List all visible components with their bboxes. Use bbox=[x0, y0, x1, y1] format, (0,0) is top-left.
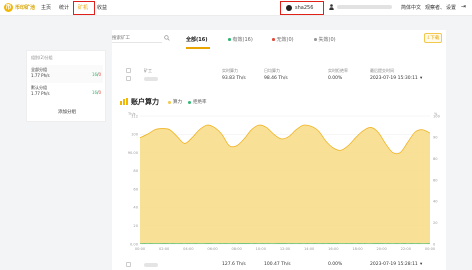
tab-expired[interactable]: 失效(0) bbox=[314, 36, 336, 43]
hashrate-chart: 账户算力 算力 拒绝率 Th/s % 112 100 90.00 80 60 40 20 0.… bbox=[118, 94, 446, 260]
status-dot bbox=[228, 38, 231, 41]
top-navbar: 币 币印矿池 主页 统计 矿机 收益 sha256 简体中文 观察者、 设置 ⇥ bbox=[0, 0, 472, 16]
x-tick-label: 16:00 bbox=[328, 247, 339, 251]
y2-tick-label: 20 bbox=[433, 221, 438, 225]
logo-mark: 币 bbox=[4, 3, 13, 12]
y-tick-label: 112 bbox=[131, 114, 138, 118]
online-count: 16 bbox=[92, 90, 98, 95]
tab-active[interactable]: 有效(16) bbox=[228, 36, 253, 43]
nav-earnings[interactable]: 收益 bbox=[97, 4, 107, 11]
x-tick-label: 20:00 bbox=[376, 247, 387, 251]
download-label: 下载 bbox=[430, 36, 440, 41]
status-dot bbox=[314, 38, 317, 41]
y-tick-label: 40 bbox=[133, 206, 138, 210]
tab-label: 有效(16) bbox=[232, 37, 253, 43]
table-row[interactable]: 93.83 Th/s 98.46 Th/s 0.00% 2023-07-19 1… bbox=[112, 74, 446, 84]
cell-realtime-hashrate: 127.6 Th/s bbox=[222, 262, 246, 267]
user-icon bbox=[329, 4, 334, 10]
table-row[interactable]: 127.6 Th/s 100.47 Th/s 0.00% 2023-07-19 … bbox=[112, 260, 446, 270]
status-dot bbox=[272, 38, 275, 41]
y-tick-label: 80 bbox=[133, 169, 138, 173]
x-tick-label: 04:00 bbox=[183, 247, 194, 251]
select-all-checkbox[interactable] bbox=[126, 68, 131, 73]
group-item-all[interactable]: 全部分组 1.77 Ph/s 16/0 bbox=[31, 65, 103, 83]
highlight-box-coin bbox=[280, 1, 324, 15]
cell-daily-hashrate: 98.46 Th/s bbox=[264, 76, 288, 81]
y-tick-label: 90.00 bbox=[128, 151, 139, 155]
group-counts: 16/0 bbox=[92, 90, 101, 95]
tab-label: 全部(16) bbox=[186, 37, 208, 43]
x-tick-label: 22:00 bbox=[401, 247, 412, 251]
nav-home[interactable]: 主页 bbox=[41, 4, 51, 11]
y2-tick-label: 60 bbox=[433, 178, 438, 182]
brand-name: 币印矿池 bbox=[15, 5, 36, 11]
group-sidebar: 组别(2)分组 全部分组 1.77 Ph/s 16/0 默认分组 1.77 Ph… bbox=[26, 50, 106, 122]
download-button[interactable]: ⇩ 下载 bbox=[424, 33, 442, 43]
miner-panel: 全部(16) 有效(16) 无效(0) 失效(0) ⇩下载 矿工 实时算力 日均… bbox=[112, 30, 446, 270]
x-tick-label: 14:00 bbox=[304, 247, 315, 251]
account-name-redacted[interactable] bbox=[337, 5, 392, 9]
tab-label: 无效(0) bbox=[276, 37, 294, 43]
online-count: 16 bbox=[92, 72, 98, 77]
y-tick-label: 0.00 bbox=[130, 242, 139, 246]
y2-tick-label: 0 bbox=[433, 242, 436, 246]
y2-tick-label: 100 bbox=[433, 114, 441, 118]
x-tick-label: 08:00 bbox=[231, 247, 242, 251]
group-counts: 16/0 bbox=[92, 72, 101, 77]
expand-chevron-icon[interactable]: ▾ bbox=[420, 76, 422, 81]
x-tick-label: 06:00 bbox=[207, 247, 218, 251]
group-hashrate: 1.77 Ph/s bbox=[31, 73, 50, 78]
x-tick-label: 00:00 bbox=[135, 247, 146, 251]
add-group-button[interactable]: 添加分组 bbox=[27, 109, 107, 115]
y-tick-label: 20 bbox=[133, 224, 138, 228]
language-switch[interactable]: 简体中文 bbox=[401, 4, 421, 11]
group-item-default[interactable]: 默认分组 1.77 Ph/s 16/0 bbox=[31, 83, 103, 101]
nav-stats[interactable]: 统计 bbox=[59, 4, 69, 11]
y-tick-label: 100 bbox=[131, 133, 139, 137]
logout-icon[interactable]: ⇥ bbox=[461, 3, 466, 10]
x-tick-label: 12:00 bbox=[280, 247, 291, 251]
brand-logo[interactable]: 币 币印矿池 bbox=[4, 3, 35, 12]
row-checkbox[interactable] bbox=[126, 76, 131, 81]
x-tick-label: 00:00 bbox=[425, 247, 436, 251]
cell-daily-hashrate: 100.47 Th/s bbox=[264, 262, 291, 267]
highlight-box-miners bbox=[73, 1, 95, 15]
chart-plot: 11210090.00806040200.001009080604020000:… bbox=[128, 114, 441, 251]
search-icon[interactable] bbox=[164, 35, 170, 41]
cell-last-submit: 2023-07-19 15:28:11 bbox=[370, 262, 418, 267]
guest-link[interactable]: 观察者、 bbox=[425, 4, 445, 11]
settings-link[interactable]: 设置 bbox=[446, 4, 456, 11]
y2-tick-label: 40 bbox=[433, 200, 438, 204]
group-hashrate: 1.77 Ph/s bbox=[31, 91, 50, 96]
cell-realtime-hashrate: 93.83 Th/s bbox=[222, 76, 246, 81]
cell-reject-rate: 0.00% bbox=[328, 76, 343, 81]
tab-invalid[interactable]: 无效(0) bbox=[272, 36, 294, 43]
row-checkbox[interactable] bbox=[126, 262, 131, 267]
x-tick-label: 02:00 bbox=[159, 247, 170, 251]
tab-all[interactable]: 全部(16) bbox=[186, 36, 208, 43]
cell-last-submit: 2023-07-19 15:30:11 bbox=[370, 76, 418, 81]
active-tab-indicator bbox=[186, 47, 210, 49]
expand-chevron-icon[interactable]: ▾ bbox=[420, 262, 422, 267]
tab-label: 失效(0) bbox=[318, 37, 336, 43]
y2-tick-label: 90 bbox=[433, 136, 438, 140]
miner-name-redacted bbox=[144, 263, 158, 267]
miner-name-redacted bbox=[144, 77, 158, 81]
cell-reject-rate: 0.00% bbox=[328, 262, 343, 267]
y-tick-label: 60 bbox=[133, 187, 138, 191]
offline-count: 0 bbox=[98, 90, 101, 95]
search-input[interactable] bbox=[112, 34, 162, 43]
y2-tick-label: 80 bbox=[433, 157, 438, 161]
x-tick-label: 18:00 bbox=[352, 247, 363, 251]
group-list-header: 组别(2)分组 bbox=[31, 55, 53, 60]
search-box bbox=[112, 34, 170, 44]
offline-count: 0 bbox=[98, 72, 101, 77]
x-tick-label: 10:00 bbox=[256, 247, 267, 251]
